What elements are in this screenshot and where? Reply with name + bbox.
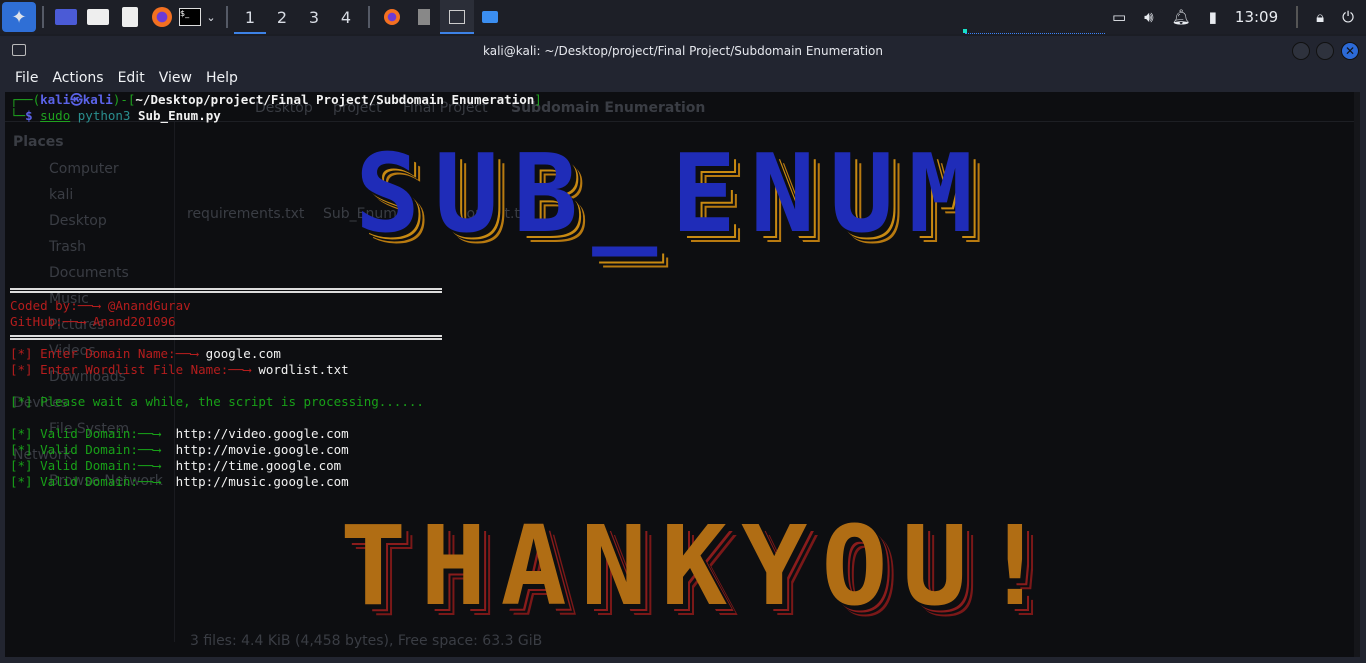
window-title: kali@kali: ~/Desktop/project/Final Proje… (482, 44, 883, 58)
cmd-script: Sub_Enum.py (137, 108, 221, 123)
prompt-user: kali㉿kali (40, 92, 113, 107)
firefox-task-icon[interactable] (376, 0, 408, 34)
notification-bell-icon[interactable]: 🔔︎ (1172, 8, 1191, 26)
separator (42, 6, 44, 28)
github-label: GitHub:──⟶ (10, 314, 93, 329)
ghost-place: Desktop (49, 213, 107, 229)
double-rule (10, 288, 442, 293)
workspace-2[interactable]: 2 (266, 0, 298, 34)
separator (226, 6, 228, 28)
result-url: http://movie.google.com (175, 442, 349, 457)
domain-input-line: [*] Enter Domain Name:──⟶ google.com (10, 346, 281, 362)
menu-help[interactable]: Help (206, 70, 238, 86)
volume-icon[interactable]: 🔊︎ (1144, 8, 1153, 26)
ghost-status: 3 files: 4.4 KiB (4,458 bytes), Free spa… (190, 633, 543, 649)
battery-icon[interactable]: ▮ (1209, 8, 1217, 26)
result-line: [*] Valid Domain:──⟶ http://video.google… (10, 426, 349, 442)
wordlist-input-line: [*] Enter Wordlist File Name:──⟶ wordlis… (10, 362, 349, 378)
cmd-sudo: sudo (40, 108, 71, 123)
lock-icon[interactable]: 🔒︎ (1316, 8, 1324, 26)
valid-label: [*] Valid Domain:──⟶ (10, 442, 176, 457)
separator (368, 6, 370, 28)
wordlist-prompt: [*] Enter Wordlist File Name:──⟶ (10, 362, 259, 377)
folder-task-icon[interactable] (474, 0, 506, 34)
kali-menu-icon[interactable]: ✦ (2, 2, 36, 32)
terminal-area[interactable]: Desktop project Final Project Subdomain … (5, 92, 1360, 657)
ghost-place: Computer (49, 161, 119, 177)
valid-label: [*] Valid Domain:──⟶ (10, 426, 176, 441)
file-manager-icon[interactable] (82, 0, 114, 34)
workspace-3[interactable]: 3 (298, 0, 330, 34)
terminal-icon[interactable]: $_ (178, 0, 202, 34)
system-tray: ▭ 🔊︎ 🔔︎ ▮ 13:09 🔒︎ ⏻ (1112, 0, 1366, 34)
domain-prompt: [*] Enter Domain Name:──⟶ (10, 346, 206, 361)
menu-edit[interactable]: Edit (118, 70, 145, 86)
terminal-task-icon[interactable] (440, 0, 474, 34)
valid-label: [*] Valid Domain:──⟶ (10, 458, 176, 473)
maximize-button[interactable] (1316, 42, 1334, 60)
ghost-file: requirements.txt (187, 206, 305, 222)
firefox-icon[interactable] (146, 0, 178, 34)
show-desktop-icon[interactable] (50, 0, 82, 34)
processing-message: [*] Please wait a while, the script is p… (10, 394, 424, 409)
workspace-1[interactable]: 1 (234, 0, 266, 34)
menu-file[interactable]: File (15, 70, 38, 86)
scrollbar[interactable] (1354, 92, 1360, 657)
result-line: [*] Valid Domain:──⟶ http://music.google… (10, 474, 349, 490)
network-icon[interactable]: ▭ (1112, 8, 1126, 26)
result-line: [*] Valid Domain:──⟶ http://movie.google… (10, 442, 349, 458)
cpu-graph (963, 28, 1105, 34)
minimize-button[interactable] (1292, 42, 1310, 60)
ghost-sidebar: Places Computer kali Desktop Trash Docum… (5, 122, 175, 642)
github-value: Anand201096 (92, 314, 176, 329)
workspace-4[interactable]: 4 (330, 0, 362, 34)
cmd-python: python3 (77, 108, 131, 123)
wordlist-value: wordlist.txt (258, 362, 349, 377)
logout-icon[interactable]: ⏻ (1342, 8, 1354, 26)
ghost-place: Trash (49, 239, 86, 255)
ghost-places-header: Places (13, 134, 64, 150)
menu-bar: File Actions Edit View Help (0, 66, 1366, 90)
result-url: http://video.google.com (175, 426, 349, 441)
separator (1296, 6, 1299, 28)
thankyou-ascii-banner: THANKYOU! (340, 502, 1063, 630)
valid-label: [*] Valid Domain:──⟶ (10, 474, 176, 489)
result-url: http://time.google.com (175, 458, 342, 473)
menu-view[interactable]: View (159, 70, 192, 86)
prompt-line-1: ┌──(kali㉿kali)-[~/Desktop/project/Final … (10, 92, 542, 107)
close-button[interactable]: ✕ (1341, 42, 1359, 60)
title-bar: kali@kali: ~/Desktop/project/Final Proje… (0, 36, 1366, 66)
menu-actions[interactable]: Actions (52, 70, 103, 86)
prompt-path: ~/Desktop/project/Final Project/Subdomai… (135, 92, 535, 107)
domain-value: google.com (205, 346, 281, 361)
prompt-line-2: └─$ sudo python3 Sub_Enum.py (10, 108, 221, 123)
coded-by-line: Coded by:──⟶ @AnandGurav (10, 298, 191, 314)
ghost-place: kali (49, 187, 74, 203)
ghost-place: Documents (49, 265, 129, 281)
github-line: GitHub:──⟶ Anand201096 (10, 314, 176, 330)
coded-by-value: @AnandGurav (107, 298, 191, 313)
text-editor-task-icon[interactable] (408, 0, 440, 34)
clock[interactable]: 13:09 (1235, 8, 1278, 26)
coded-by-label: Coded by:──⟶ (10, 298, 108, 313)
double-rule (10, 335, 442, 340)
result-url: http://music.google.com (175, 474, 349, 489)
sub-enum-ascii-banner: SUB_ENUM (355, 132, 988, 257)
result-line: [*] Valid Domain:──⟶ http://time.google.… (10, 458, 341, 474)
terminal-app-icon (12, 44, 26, 56)
chevron-down-icon[interactable]: ⌄ (202, 0, 220, 34)
terminal-window: kali@kali: ~/Desktop/project/Final Proje… (0, 36, 1366, 663)
text-editor-icon[interactable] (114, 0, 146, 34)
